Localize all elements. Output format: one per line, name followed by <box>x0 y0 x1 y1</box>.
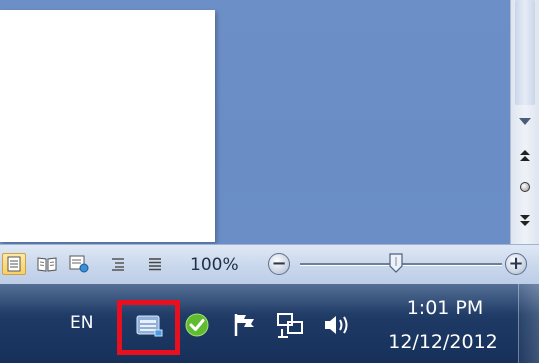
zoom-out-button[interactable]: − <box>268 253 290 275</box>
volume-icon[interactable] <box>322 311 352 339</box>
scrollbar-thumb[interactable] <box>515 0 535 105</box>
show-desktop-button[interactable] <box>518 284 539 363</box>
network-icon[interactable] <box>276 311 304 339</box>
document-workspace[interactable] <box>0 0 510 250</box>
security-check-icon[interactable] <box>183 311 211 339</box>
document-page[interactable] <box>0 10 215 242</box>
draft-icon <box>149 258 161 271</box>
outline-view-button[interactable] <box>106 253 130 275</box>
double-down-arrow-icon <box>520 215 530 226</box>
clock-date[interactable]: 12/12/2012 <box>378 331 508 353</box>
zoom-in-button[interactable]: + <box>505 253 527 275</box>
next-page-button[interactable] <box>517 213 533 229</box>
scroll-down-arrow-icon[interactable] <box>519 118 531 125</box>
double-up-arrow-icon <box>520 150 530 161</box>
select-browse-object-button[interactable] <box>517 179 533 195</box>
open-book-icon <box>37 257 57 272</box>
highlight-box <box>117 300 180 355</box>
full-screen-reading-view-button[interactable] <box>35 253 59 275</box>
language-indicator[interactable]: EN <box>70 313 93 333</box>
screen: 100% − + EN 1:01 PM 12/12/2012 <box>0 0 539 363</box>
status-bar: 100% − + <box>0 244 539 285</box>
zoom-level[interactable]: 100% <box>190 255 239 275</box>
vertical-scrollbar[interactable] <box>510 0 539 250</box>
web-layout-view-button[interactable] <box>67 253 91 275</box>
outline-icon <box>112 258 124 271</box>
web-layout-icon <box>69 255 89 273</box>
draft-view-button[interactable] <box>143 253 167 275</box>
action-center-flag-icon[interactable] <box>232 312 258 338</box>
previous-page-button[interactable] <box>517 148 533 164</box>
browse-object-icon <box>520 182 530 192</box>
clock-time[interactable]: 1:01 PM <box>395 297 495 319</box>
print-layout-view-button[interactable] <box>2 253 26 275</box>
zoom-slider-thumb[interactable] <box>389 253 403 273</box>
print-layout-icon <box>7 256 21 272</box>
